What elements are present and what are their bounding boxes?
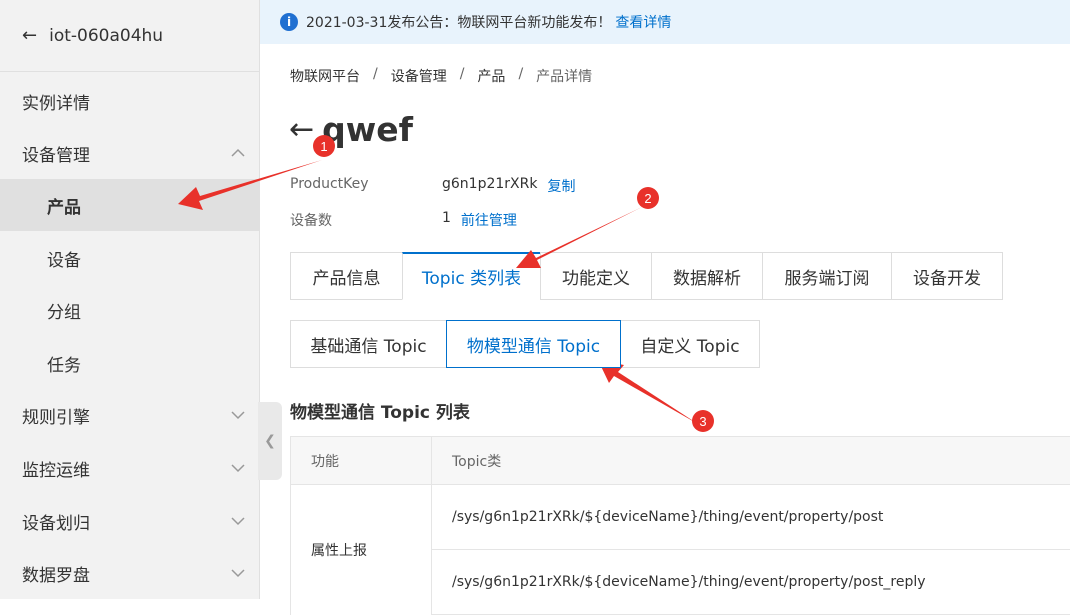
back-arrow-icon[interactable]: ←	[22, 25, 37, 46]
breadcrumb-item[interactable]: 物联网平台	[290, 66, 360, 86]
annotation-arrow-3	[598, 360, 698, 424]
sidebar: ← iot-060a04hu 实例详情 设备管理 产品 设备 分组 任务 规则引…	[0, 0, 260, 599]
chevron-up-icon	[231, 148, 245, 157]
sidebar-item-device-management[interactable]: 设备管理	[0, 127, 260, 179]
notice-text: 2021-03-31发布公告：物联网平台新功能发布！	[306, 15, 612, 31]
sidebar-header[interactable]: ← iot-060a04hu	[0, 0, 259, 72]
sidebar-item-data-compass[interactable]: 数据罗盘	[0, 547, 260, 599]
device-count-value: 1	[442, 210, 451, 226]
device-count-row: 设备数 1 前往管理	[290, 210, 517, 230]
chevron-down-icon	[231, 464, 245, 473]
annotation-label-3: 3	[699, 414, 706, 429]
tab-server-subscription[interactable]: 服务端订阅	[762, 252, 891, 300]
productkey-row: ProductKey g6n1p21rXRk 复制	[290, 176, 575, 196]
breadcrumb-item[interactable]: 产品	[477, 66, 505, 86]
function-cell: 属性上报	[291, 485, 432, 615]
subtab-thing-model-topic[interactable]: 物模型通信 Topic	[446, 320, 621, 368]
info-icon: i	[280, 13, 298, 31]
notice-bar: i 2021-03-31发布公告：物联网平台新功能发布！ 查看详情	[260, 0, 1070, 44]
productkey-label: ProductKey	[290, 176, 369, 192]
copy-link[interactable]: 复制	[547, 176, 575, 196]
tab-product-info[interactable]: 产品信息	[290, 252, 402, 300]
page-title: ← qwef	[289, 110, 413, 149]
sidebar-item-instance-detail[interactable]: 实例详情	[0, 75, 260, 127]
topic-cell: /sys/g6n1p21rXRk/${deviceName}/thing/eve…	[432, 485, 1070, 550]
tab-device-development[interactable]: 设备开发	[891, 252, 1003, 300]
subtab-bar: 基础通信 Topic 物模型通信 Topic 自定义 Topic	[290, 320, 760, 368]
sidebar-item-device[interactable]: 设备	[0, 232, 260, 284]
column-header-topic: Topic类	[452, 453, 502, 470]
back-arrow-icon[interactable]: ←	[289, 112, 314, 147]
productkey-value: g6n1p21rXRk	[442, 176, 538, 192]
annotation-label-2: 2	[644, 191, 651, 206]
sidebar-item-product[interactable]: 产品	[0, 179, 260, 231]
chevron-down-icon	[231, 569, 245, 578]
annotation-marker-3	[692, 410, 714, 432]
sidebar-item-group[interactable]: 分组	[0, 284, 260, 336]
product-name: qwef	[322, 110, 413, 149]
annotation-marker-2	[637, 187, 659, 209]
tab-topic-list[interactable]: Topic 类列表	[402, 252, 540, 300]
sidebar-item-rule-engine[interactable]: 规则引擎	[0, 389, 260, 441]
breadcrumb-item: 产品详情	[536, 69, 593, 85]
device-count-label: 设备数	[290, 213, 332, 229]
column-header-function: 功能	[291, 437, 432, 484]
table-row: 属性上报 /sys/g6n1p21rXRk/${deviceName}/thin…	[291, 485, 1070, 615]
tab-bar: 产品信息 Topic 类列表 功能定义 数据解析 服务端订阅 设备开发	[290, 252, 1003, 300]
manage-link[interactable]: 前往管理	[461, 210, 517, 230]
section-title: 物模型通信 Topic 列表	[290, 403, 470, 423]
notice-link[interactable]: 查看详情	[615, 12, 671, 32]
subtab-custom-topic[interactable]: 自定义 Topic	[620, 320, 760, 368]
sidebar-collapse-handle[interactable]: ❮	[258, 402, 282, 480]
tab-function-definition[interactable]: 功能定义	[540, 252, 651, 300]
breadcrumb: 物联网平台 / 设备管理 / 产品 / 产品详情	[290, 66, 593, 86]
topic-table: 功能 Topic类 属性上报 /sys/g6n1p21rXRk/${device…	[290, 436, 1070, 615]
instance-title: iot-060a04hu	[49, 25, 164, 46]
sidebar-item-device-assign[interactable]: 设备划归	[0, 495, 260, 547]
breadcrumb-item[interactable]: 设备管理	[391, 66, 447, 86]
subtab-basic-topic[interactable]: 基础通信 Topic	[290, 320, 447, 368]
topic-cell: /sys/g6n1p21rXRk/${deviceName}/thing/eve…	[432, 550, 1070, 615]
chevron-left-icon: ❮	[264, 433, 276, 449]
chevron-down-icon	[231, 517, 245, 526]
sidebar-item-task[interactable]: 任务	[0, 337, 260, 389]
sidebar-item-monitoring[interactable]: 监控运维	[0, 442, 260, 494]
chevron-down-icon	[231, 411, 245, 420]
tab-data-parsing[interactable]: 数据解析	[651, 252, 762, 300]
table-header: 功能 Topic类	[291, 437, 1070, 485]
